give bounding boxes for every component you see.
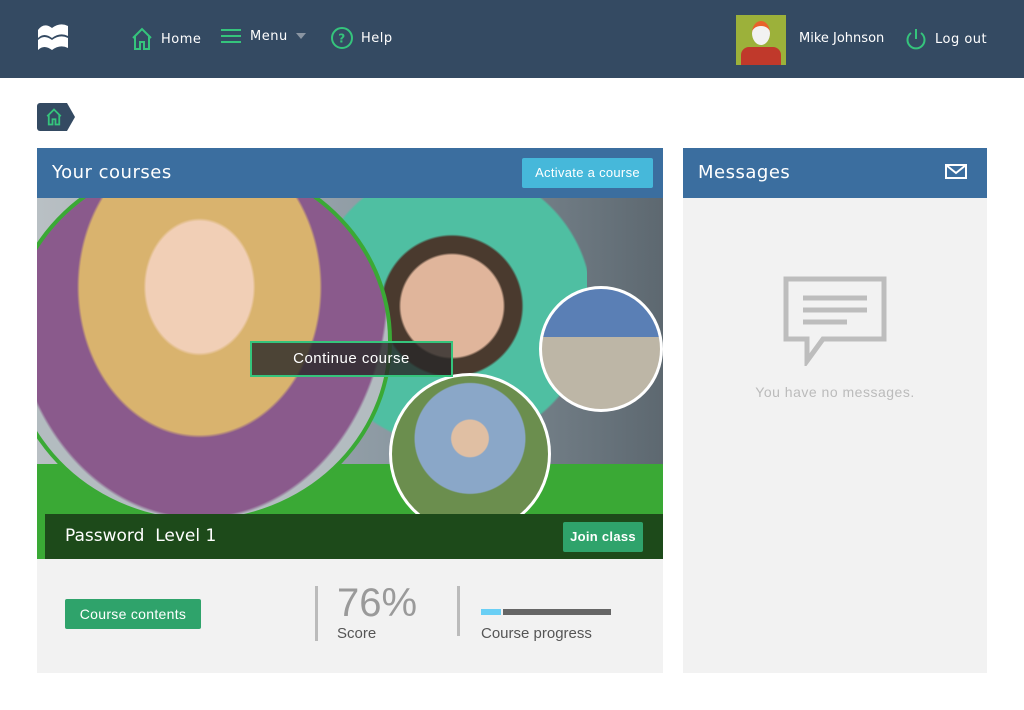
divider [315, 586, 318, 641]
messages-panel: You have no messages. [683, 198, 987, 673]
course-contents-button[interactable]: Course contents [65, 599, 201, 629]
continue-course-button[interactable]: Continue course [250, 341, 453, 377]
avatar[interactable] [736, 15, 786, 65]
nav-home-label: Home [161, 31, 202, 47]
banner-photo-skater [539, 286, 663, 412]
courses-title: Your courses [52, 162, 172, 183]
logout-button[interactable]: Log out [905, 27, 987, 51]
help-icon: ? [331, 27, 353, 49]
nav-menu-label: Menu [250, 28, 288, 44]
logo[interactable] [36, 22, 70, 50]
nav-help[interactable]: ? Help [331, 27, 393, 49]
course-banner[interactable]: Continue course Password Level 1 Join cl… [37, 198, 663, 559]
activate-course-button[interactable]: Activate a course [522, 158, 653, 188]
power-icon [906, 29, 926, 50]
banner-photo-students [389, 373, 551, 535]
progress-fill [481, 609, 504, 615]
progress-label: Course progress [481, 625, 592, 642]
top-bar: Home Menu ? Help Mike Johnson Log out [0, 0, 1024, 78]
nav-home[interactable]: Home [131, 27, 201, 51]
progress-bar [481, 609, 611, 615]
nav-help-label: Help [361, 30, 393, 46]
chat-icon [783, 276, 887, 366]
mail-icon[interactable] [945, 164, 967, 180]
svg-text:?: ? [338, 32, 345, 46]
score-value: 76% [337, 581, 418, 625]
home-icon [132, 27, 152, 50]
course-stats: Course contents 76% Score Course progres… [37, 559, 663, 673]
no-messages-text: You have no messages. [755, 384, 915, 400]
nav-menu[interactable]: Menu [220, 27, 306, 45]
messages-title: Messages [698, 162, 791, 183]
course-name: Password Level 1 [65, 526, 217, 546]
chevron-down-icon [295, 33, 306, 39]
home-icon [46, 108, 62, 126]
score-label: Score [337, 625, 377, 642]
messages-header: Messages [683, 148, 987, 198]
divider [457, 586, 460, 636]
breadcrumb-home[interactable] [37, 103, 75, 131]
user-name[interactable]: Mike Johnson [799, 31, 884, 46]
join-class-button[interactable]: Join class [563, 522, 643, 552]
logout-label: Log out [935, 31, 988, 47]
menu-icon [221, 29, 241, 43]
